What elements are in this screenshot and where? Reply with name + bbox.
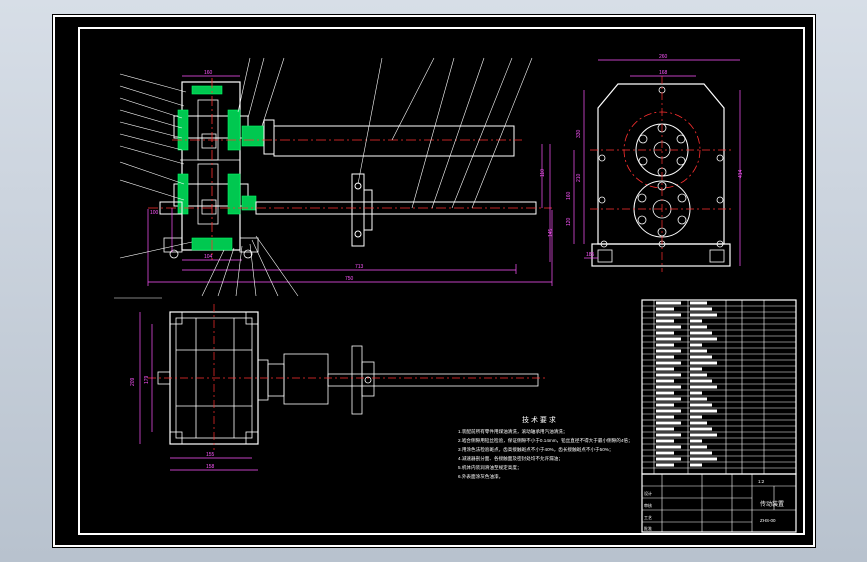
parts-row-text xyxy=(690,361,717,365)
parts-row-text xyxy=(690,463,702,467)
plan-view: 209 179 155 158 xyxy=(130,304,546,471)
tech-req-line: 4.减速器剖分面、各接触面及密封处均不允许漏油； xyxy=(458,455,563,462)
parts-row-text xyxy=(690,391,702,395)
parts-row-text xyxy=(690,319,702,323)
tech-req-title: 技 术 要 求 xyxy=(522,415,556,424)
parts-row-text xyxy=(656,463,674,467)
parts-row-text xyxy=(656,331,674,335)
parts-row-text xyxy=(656,307,674,311)
parts-row-text xyxy=(656,343,674,347)
parts-row-text xyxy=(690,451,712,455)
parts-row-text xyxy=(656,355,674,359)
parts-row-text xyxy=(690,313,717,317)
dim-plan-width: 209 xyxy=(130,377,136,386)
parts-row-text xyxy=(690,439,702,443)
parts-row-text xyxy=(690,367,702,371)
dim-side-width: 260 xyxy=(659,54,668,60)
assembly-drawing: 160 104 713 750 110 145 100 260 168 414 … xyxy=(53,15,815,547)
parts-row-text xyxy=(656,451,674,455)
parts-row-text xyxy=(656,319,674,323)
dim-plan-depth: 155 xyxy=(206,452,215,458)
dim-side-h3: 160 xyxy=(566,191,572,200)
parts-row-text xyxy=(656,445,681,449)
parts-row-text xyxy=(656,313,681,317)
dim-side-inner: 168 xyxy=(659,70,668,76)
parts-row-text xyxy=(690,403,712,407)
title-block: 传动装置 1:2 ZHS-00 设计 审核 工艺 批准 xyxy=(641,473,797,533)
title-name: 传动装置 xyxy=(760,500,784,508)
parts-row-text xyxy=(690,343,702,347)
tech-req-line: 6.外表面涂灰色油漆。 xyxy=(458,473,503,480)
dim-side-offset: 185 xyxy=(586,252,595,258)
dim-145: 145 xyxy=(548,228,554,237)
parts-row-text xyxy=(690,385,717,389)
parts-row-text xyxy=(690,421,707,425)
parts-row-text xyxy=(690,337,717,341)
parts-row-text xyxy=(656,349,681,353)
parts-row-text xyxy=(690,301,707,305)
parts-row-text xyxy=(656,367,674,371)
dim-side-height: 414 xyxy=(738,169,744,178)
parts-row-text xyxy=(656,337,681,341)
cad-viewer: 160 104 713 750 110 145 100 260 168 414 … xyxy=(0,0,867,562)
parts-row-text xyxy=(656,439,674,443)
parts-row-text xyxy=(690,457,717,461)
parts-row-text xyxy=(690,379,712,383)
title-scale: 1:2 xyxy=(758,479,765,484)
dim-shaft-length: 713 xyxy=(355,264,364,270)
parts-row-text xyxy=(690,427,712,431)
parts-row-text xyxy=(690,349,707,353)
dim-overall-length: 750 xyxy=(345,276,354,282)
title-row-label: 批准 xyxy=(644,525,652,531)
parts-row-text xyxy=(656,403,674,407)
parts-row-text xyxy=(656,409,681,413)
parts-row-text xyxy=(690,433,717,437)
dim-gearbox-width: 160 xyxy=(204,70,213,76)
parts-row-text xyxy=(656,385,681,389)
parts-row-text xyxy=(656,433,681,437)
parts-row-text xyxy=(656,427,674,431)
parts-row-text xyxy=(690,373,707,377)
front-section-view: 160 104 713 750 110 145 100 xyxy=(114,57,554,299)
parts-row-text xyxy=(656,373,681,377)
parts-row-text xyxy=(690,355,712,359)
parts-row-text xyxy=(690,331,712,335)
parts-row-text xyxy=(690,325,707,329)
title-row-label: 工艺 xyxy=(644,515,652,520)
parts-row-text xyxy=(656,397,681,401)
tech-req-line: 5.机体内装润滑油至规定高度； xyxy=(458,464,522,471)
parts-row-text xyxy=(656,421,681,425)
dim-gearbox-bottom: 104 xyxy=(204,254,213,260)
dim-side-h4: 120 xyxy=(566,217,572,226)
parts-row-text xyxy=(656,325,681,329)
parts-row-text xyxy=(656,457,681,461)
title-drawing-no: ZHS-00 xyxy=(760,518,776,523)
dim-plan-width-inner: 179 xyxy=(144,375,150,384)
dim-side-h2: 210 xyxy=(576,173,582,182)
dim-110: 110 xyxy=(540,169,546,177)
parts-row-text xyxy=(690,415,702,419)
parts-row-text xyxy=(690,445,707,449)
parts-row-text xyxy=(690,409,717,413)
dim-side-h1: 330 xyxy=(576,129,582,138)
parts-row-text xyxy=(656,301,681,305)
parts-list xyxy=(641,299,797,475)
parts-row-text xyxy=(656,391,674,395)
title-row-label: 审核 xyxy=(644,502,652,508)
dim-base-width: 158 xyxy=(206,464,215,470)
parts-row-text xyxy=(690,397,707,401)
tech-req-line: 2.啮合侧隙用铅丝检验，保证侧隙不小于0.14mm，铅丝直径不得大于最小侧隙的4… xyxy=(458,437,633,444)
parts-row-text xyxy=(656,361,681,365)
dim-100: 100 xyxy=(150,210,159,216)
title-row-label: 设计 xyxy=(644,490,652,496)
parts-row-text xyxy=(656,415,674,419)
side-view: 260 168 414 330 210 160 120 185 xyxy=(566,54,744,272)
parts-row-text xyxy=(690,307,712,311)
parts-row-text xyxy=(656,379,674,383)
technical-requirements: 技 术 要 求 1.装配前所有零件用煤油清洗，滚动轴承用汽油清洗； 2.啮合侧隙… xyxy=(458,415,633,480)
drawing-canvas[interactable]: 160 104 713 750 110 145 100 260 168 414 … xyxy=(52,14,816,548)
tech-req-line: 3.用涂色法检验斑点，齿高接触斑点不小于40%，齿长接触斑点不小于50%； xyxy=(458,446,613,453)
tech-req-line: 1.装配前所有零件用煤油清洗，滚动轴承用汽油清洗； xyxy=(458,428,568,435)
